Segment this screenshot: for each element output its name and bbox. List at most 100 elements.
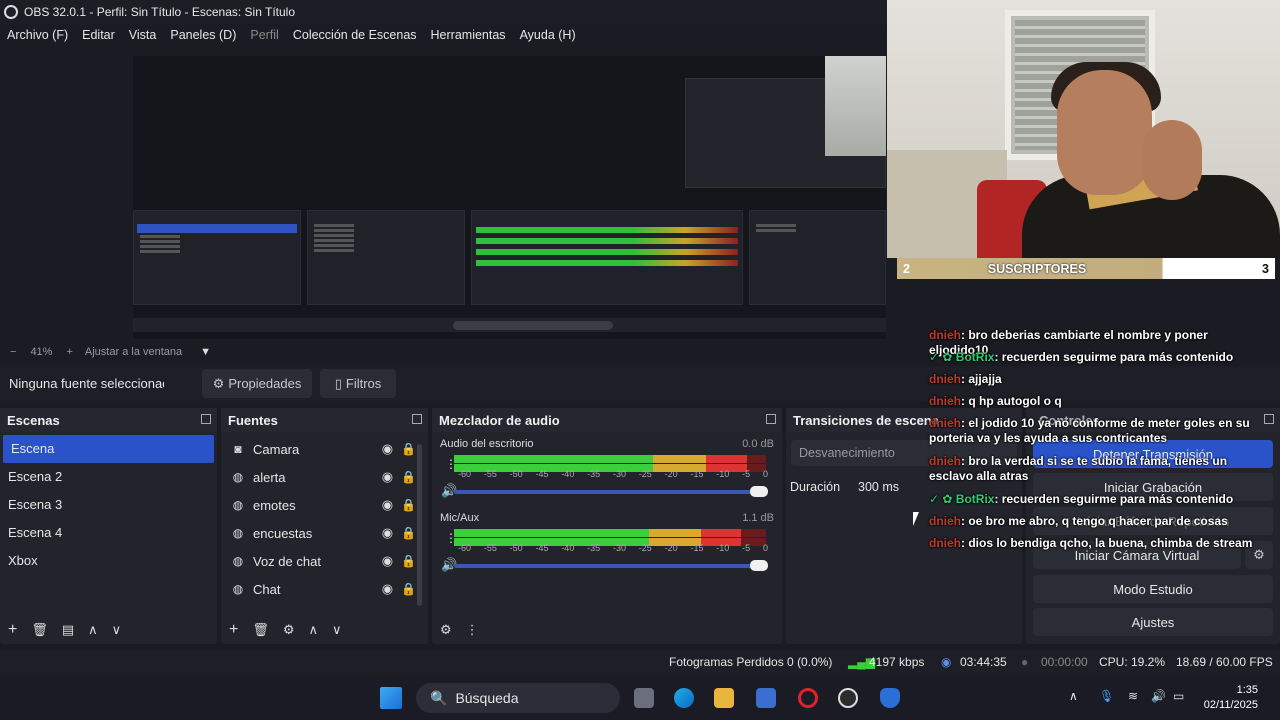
task-view-icon[interactable] <box>634 688 654 708</box>
volume-slider[interactable] <box>454 560 768 571</box>
visibility-eye-icon[interactable]: ◉ <box>382 553 393 569</box>
visibility-eye-icon[interactable]: ◉ <box>382 581 393 597</box>
chat-message: dnieh: q hp autogol o q <box>929 394 1062 408</box>
zoom-bar: − 41% + Ajustar a la ventana ▼ <box>0 345 886 359</box>
source-item[interactable]: ◍ Voz de chat ◉ 🔒 <box>221 547 428 575</box>
menu-bar: Archivo (F) Editar Vista Paneles (D) Per… <box>0 24 900 46</box>
lock-icon[interactable]: 🔒 <box>401 442 416 456</box>
menu-herramientas[interactable]: Herramientas <box>431 28 506 42</box>
globe-icon: ◍ <box>232 582 244 596</box>
fit-window-label[interactable]: Ajustar a la ventana <box>85 346 182 358</box>
properties-button[interactable]: ⚙ Propiedades <box>202 369 312 398</box>
microphone-icon[interactable]: 🎙 <box>1099 689 1114 703</box>
undock-icon[interactable] <box>201 414 211 424</box>
visibility-eye-icon[interactable]: ◉ <box>382 469 393 485</box>
sources-dock-title: Fuentes <box>221 408 428 432</box>
scene-item[interactable]: Escena 4 <box>0 519 217 547</box>
lock-icon[interactable]: 🔒 <box>401 498 416 512</box>
search-icon: 🔍 <box>430 689 448 706</box>
move-up-icon[interactable]: ∧ <box>309 622 319 638</box>
wifi-icon[interactable]: ≋ <box>1128 689 1138 703</box>
scenes-dock: Escenas Escena Escena 2 Escena 3 Escena … <box>0 408 217 644</box>
source-item[interactable]: ◍ Chat ◉ 🔒 <box>221 575 428 603</box>
mouse-cursor-icon <box>913 512 925 526</box>
volume-icon[interactable]: 🔊 <box>1151 689 1166 703</box>
sources-footer: + 🗑 ⚙ ∧ ∨ <box>221 616 428 644</box>
visibility-eye-icon[interactable]: ◉ <box>382 441 393 457</box>
move-up-icon[interactable]: ∧ <box>88 622 98 638</box>
windows-start-icon[interactable] <box>380 687 402 709</box>
file-explorer-icon[interactable] <box>714 688 734 708</box>
obs-taskbar-icon[interactable] <box>838 688 858 708</box>
move-down-icon[interactable]: ∨ <box>112 622 122 638</box>
menu-paneles[interactable]: Paneles (D) <box>170 28 236 42</box>
zoom-out-icon[interactable]: − <box>10 346 16 358</box>
menu-coleccion-escenas[interactable]: Colección de Escenas <box>293 28 417 42</box>
lock-icon[interactable]: 🔒 <box>401 526 416 540</box>
broadcast-icon: ◉ <box>941 655 952 669</box>
settings-button[interactable]: Ajustes <box>1033 608 1273 636</box>
db-scale: -60 -55 -50 -45 -40 -35 -30 -25 -20 -15 -10 -5 0 <box>458 543 768 553</box>
chat-message: dnieh: dios lo bendiga qcho, la buena, c… <box>929 536 1253 550</box>
advanced-audio-icon[interactable]: ⚙ <box>440 622 452 638</box>
scene-filter-icon[interactable]: ▤ <box>62 622 74 638</box>
visibility-eye-icon[interactable]: ◉ <box>382 497 393 513</box>
zoom-in-icon[interactable]: + <box>66 346 72 358</box>
mixer-footer: ⚙ ⋮ <box>432 616 782 644</box>
studio-mode-button[interactable]: Modo Estudio <box>1033 575 1273 603</box>
sub-label: SUSCRIPTORES <box>987 261 1087 276</box>
trash-icon[interactable]: 🗑 <box>252 622 269 638</box>
trash-icon[interactable]: 🗑 <box>31 622 48 638</box>
gear-icon: ⚙ <box>212 375 225 391</box>
clock[interactable]: 1:35 02/11/2025 <box>1204 683 1258 713</box>
scene-item[interactable]: Escena 3 <box>0 491 217 519</box>
edge-browser-icon[interactable] <box>674 688 694 708</box>
gear-icon[interactable]: ⚙ <box>283 622 295 638</box>
add-source-icon[interactable]: + <box>229 621 238 639</box>
menu-archivo[interactable]: Archivo (F) <box>7 28 68 42</box>
sources-scrollbar[interactable] <box>417 444 422 606</box>
chat-message: dnieh: oe bro me abro, q tengo q hacer p… <box>929 514 1228 528</box>
chat-message: dnieh: bro la verdad si se te subio la f… <box>929 454 1228 483</box>
volume-slider[interactable] <box>454 486 768 497</box>
preview-webcam-strip <box>825 56 886 156</box>
filters-button[interactable]: ▯ Filtros <box>320 369 396 398</box>
visibility-eye-icon[interactable]: ◉ <box>382 525 393 541</box>
undock-icon[interactable] <box>412 414 422 424</box>
lock-icon[interactable]: 🔒 <box>401 470 416 484</box>
lock-icon[interactable]: 🔒 <box>401 582 416 596</box>
bitrate: 4197 kbps <box>869 655 925 669</box>
shield-app-icon[interactable] <box>880 688 900 708</box>
menu-vista[interactable]: Vista <box>129 28 157 42</box>
source-item[interactable]: ◍ emotes ◉ 🔒 <box>221 491 428 519</box>
move-down-icon[interactable]: ∨ <box>332 622 342 638</box>
menu-perfil[interactable]: Perfil <box>250 28 278 42</box>
menu-editar[interactable]: Editar <box>82 28 115 42</box>
status-bar: Fotogramas Perdidos 0 (0.0%) ▂▄▆ 4197 kb… <box>0 650 1280 674</box>
opera-gx-icon[interactable] <box>798 688 818 708</box>
stream-time: 03:44:35 <box>960 655 1007 669</box>
lock-icon[interactable]: 🔒 <box>401 554 416 568</box>
store-icon[interactable] <box>756 688 776 708</box>
checkmark-icon: ✓ ✿ <box>929 492 956 506</box>
source-item[interactable]: ◍ encuestas ◉ 🔒 <box>221 519 428 547</box>
undock-icon[interactable] <box>766 414 776 424</box>
menu-ayuda[interactable]: Ayuda (H) <box>520 28 576 42</box>
source-item[interactable]: ◙ Camara ◉ 🔒 <box>221 435 428 463</box>
chevron-down-icon[interactable]: ▼ <box>200 346 211 358</box>
add-scene-icon[interactable]: + <box>8 621 17 639</box>
scene-item[interactable]: Xbox <box>0 547 217 575</box>
obs-logo-icon <box>4 5 18 19</box>
scene-item[interactable]: Escena <box>3 435 214 463</box>
db-scale: -60 -55 -50 -45 -40 -35 -30 -25 -20 -15 -10 -5 0 <box>458 469 768 479</box>
taskbar-search[interactable]: 🔍 Búsqueda <box>416 683 620 713</box>
preview-canvas[interactable] <box>133 56 886 339</box>
chevron-up-icon[interactable]: ∧ <box>1069 689 1078 703</box>
kebab-menu-icon[interactable]: ⋮ <box>466 622 479 638</box>
channel-db: 0.0 dB <box>742 438 774 450</box>
source-item[interactable]: ◍ alerta ◉ 🔒 <box>221 463 428 491</box>
scene-item[interactable]: Escena 2 <box>0 463 217 491</box>
battery-icon[interactable]: ▭ <box>1173 689 1184 703</box>
sub-count: 2 <box>903 261 910 276</box>
zoom-level: 41% <box>30 346 53 358</box>
